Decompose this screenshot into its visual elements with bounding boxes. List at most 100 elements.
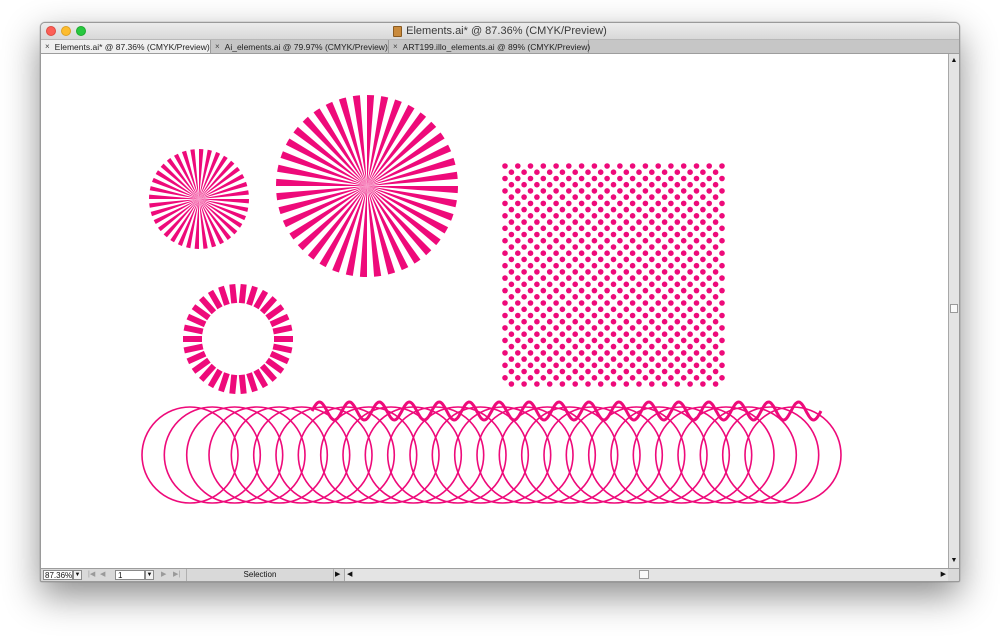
grid-dot	[687, 381, 693, 387]
artboard-canvas[interactable]	[41, 54, 948, 568]
scroll-left-icon[interactable]: ◀	[347, 570, 352, 580]
grid-dot	[521, 231, 527, 238]
last-artboard-icon[interactable]: ▶|	[173, 570, 180, 580]
grid-dot	[636, 206, 642, 213]
scroll-down-icon[interactable]: ▼	[949, 556, 959, 566]
grid-dot	[668, 337, 674, 344]
artboard-number-field[interactable]: 1	[115, 570, 145, 580]
grid-dot	[534, 356, 540, 362]
grid-dot	[712, 256, 719, 263]
grid-dot	[508, 169, 515, 175]
tab-ai-elements[interactable]: × Ai_elements.ai @ 79.97% (CMYK/Preview)	[211, 40, 389, 53]
grid-dot	[693, 362, 700, 369]
grid-dot	[623, 318, 630, 325]
grid-dot	[527, 262, 534, 269]
grid-dot	[534, 343, 540, 350]
grid-dot	[674, 169, 681, 175]
grid-dot	[502, 325, 508, 331]
grid-dot	[591, 262, 598, 269]
first-artboard-icon[interactable]: |◀	[88, 570, 95, 580]
grid-dot	[597, 281, 604, 288]
grid-dot	[700, 206, 706, 213]
grid-dot	[674, 244, 681, 250]
sunburst-ray	[199, 199, 249, 204]
grid-dot	[674, 331, 681, 338]
grid-dot	[521, 181, 527, 188]
scroll-right-icon[interactable]: ▶	[941, 570, 946, 580]
sunburst-ray	[194, 199, 199, 249]
close-icon[interactable]: ×	[393, 42, 398, 51]
artboard-dropdown-icon[interactable]: ▼	[145, 570, 154, 580]
horizontal-scroll-thumb[interactable]	[639, 570, 649, 579]
grid-dot	[719, 337, 725, 344]
zoom-dropdown-icon[interactable]: ▼	[73, 570, 82, 580]
grid-dot	[508, 219, 515, 225]
status-menu-icon[interactable]: ▶	[335, 570, 340, 580]
tab-art199-illo-elements[interactable]: × ART199.illo_elements.ai @ 89% (CMYK/Pr…	[389, 40, 590, 53]
vertical-scroll-thumb[interactable]	[950, 304, 958, 313]
grid-dot	[527, 350, 534, 356]
grid-dot	[559, 331, 566, 338]
grid-dot	[629, 312, 636, 319]
grid-dot	[680, 250, 687, 256]
grid-dot	[668, 163, 674, 169]
grid-dot	[559, 169, 566, 175]
grid-dot	[546, 219, 553, 225]
grid-dot	[534, 194, 540, 200]
grid-dot	[687, 231, 693, 238]
grid-dot	[540, 287, 547, 294]
grid-dot	[585, 219, 591, 225]
grid-dot	[572, 306, 578, 313]
next-artboard-icon[interactable]: ▶	[161, 570, 166, 580]
grid-dot	[591, 225, 598, 232]
grid-dot	[515, 350, 521, 356]
previous-artboard-icon[interactable]: ◀	[100, 570, 105, 580]
grid-dot	[649, 356, 655, 362]
grid-dot	[521, 356, 527, 362]
grid-dot	[540, 350, 547, 356]
grid-dot	[655, 175, 661, 182]
grid-dot	[527, 237, 534, 244]
grid-dot	[527, 188, 534, 194]
grid-dot	[680, 337, 687, 344]
dot-grid[interactable]	[502, 163, 725, 387]
grid-dot	[706, 300, 712, 306]
tab-elements[interactable]: × Elements.ai* @ 87.36% (CMYK/Preview)	[41, 40, 211, 53]
grid-dot	[680, 163, 687, 169]
grid-dot	[693, 350, 700, 356]
spring-loops[interactable]	[141, 406, 842, 504]
zoom-level-field[interactable]: 87.36%	[43, 570, 73, 580]
scroll-up-icon[interactable]: ▲	[949, 56, 959, 66]
title-bar[interactable]: Elements.ai* @ 87.36% (CMYK/Preview)	[41, 23, 959, 40]
grid-dot	[617, 225, 623, 232]
grid-dot	[521, 306, 527, 313]
horizontal-scrollbar[interactable]: ◀ ▶	[344, 569, 948, 581]
close-icon[interactable]: ×	[215, 42, 220, 51]
ring-dash	[238, 283, 247, 304]
vertical-scrollbar[interactable]: ▲ ▼	[948, 54, 959, 568]
grid-dot	[566, 275, 572, 281]
dashed-ring[interactable]	[183, 283, 293, 395]
large-sunburst[interactable]	[276, 95, 458, 277]
document-window: Elements.ai* @ 87.36% (CMYK/Preview) × E…	[40, 22, 960, 582]
grid-dot	[623, 256, 630, 263]
grid-dot	[610, 381, 617, 387]
grid-dot	[597, 294, 604, 300]
grid-dot	[521, 169, 527, 175]
grid-dot	[578, 163, 585, 169]
grid-dot	[502, 262, 508, 269]
grid-dot	[674, 306, 681, 313]
current-tool-status[interactable]: Selection	[186, 569, 334, 581]
grid-dot	[636, 294, 642, 300]
grid-dot	[502, 188, 508, 194]
grid-dot	[655, 325, 661, 331]
grid-dot	[553, 275, 559, 281]
grid-dot	[719, 250, 725, 256]
grid-dot	[572, 343, 578, 350]
close-icon[interactable]: ×	[45, 42, 50, 51]
grid-dot	[534, 206, 540, 213]
grid-dot	[508, 306, 515, 313]
grid-dot	[706, 287, 712, 294]
small-sunburst[interactable]	[149, 149, 249, 249]
grid-dot	[668, 200, 674, 207]
